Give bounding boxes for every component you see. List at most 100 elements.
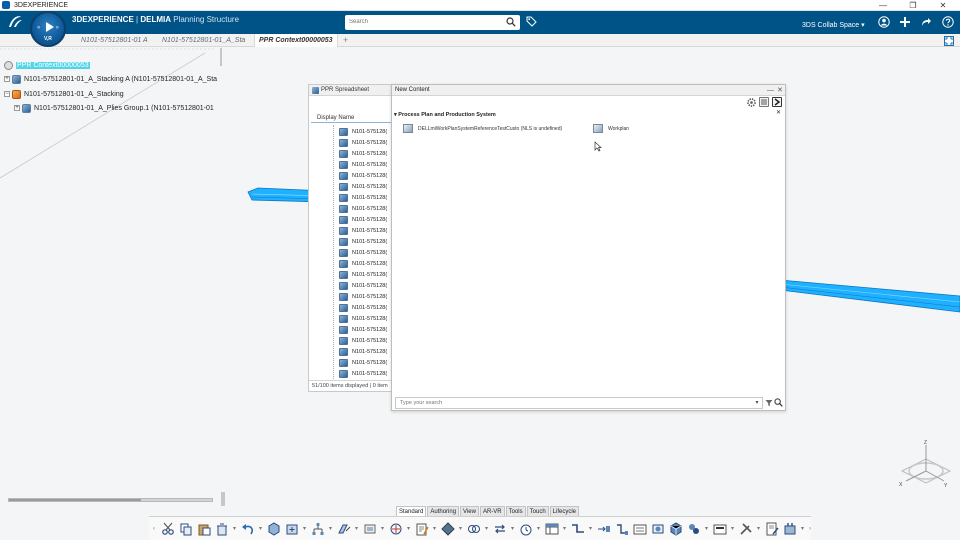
chevron-down-icon[interactable]: ▾ — [563, 525, 567, 532]
chevron-down-icon[interactable]: ▾ — [801, 525, 805, 532]
filter-icon[interactable] — [765, 399, 773, 407]
tab-tools[interactable]: Tools — [505, 506, 526, 516]
close-button[interactable]: ✕ — [932, 0, 954, 11]
tag-icon[interactable] — [526, 16, 537, 27]
flip-icon[interactable] — [337, 522, 351, 536]
chevron-down-icon[interactable]: ▾ — [511, 525, 515, 532]
chevron-right-icon[interactable]: › — [809, 526, 813, 532]
robot-axes-compass[interactable]: Z X Y — [896, 437, 956, 489]
delete-icon[interactable] — [215, 522, 229, 536]
cut-icon[interactable] — [161, 522, 175, 536]
ppr-row[interactable]: N101-575128( — [309, 368, 399, 379]
content-search-input[interactable] — [395, 397, 763, 409]
table-icon[interactable] — [545, 522, 559, 536]
tab-standard[interactable]: Standard — [396, 506, 427, 516]
search-icon[interactable] — [506, 17, 516, 27]
flow-icon[interactable] — [615, 522, 629, 536]
chevron-down-icon[interactable]: ▾ — [329, 525, 333, 532]
add-tab-button[interactable]: + — [343, 34, 348, 46]
chevron-down-icon[interactable]: ▾ — [752, 397, 762, 409]
ppr-row[interactable]: N101-575128( — [309, 203, 399, 214]
tree-horizontal-scrollbar[interactable] — [8, 498, 213, 502]
ppr-row[interactable]: N101-575128( — [309, 236, 399, 247]
restore-button[interactable]: ❐ — [902, 0, 924, 11]
tree-root[interactable]: PPR Context00000053 — [4, 59, 90, 71]
copy-icon[interactable] — [179, 522, 193, 536]
chevron-down-icon[interactable]: ▾ — [705, 525, 709, 532]
tree-item-stacking-a[interactable]: + N101-57512801-01_A_Stacking A (N101-57… — [4, 73, 217, 85]
chevron-down-icon[interactable]: ▾ — [589, 525, 593, 532]
assembly-tree-icon[interactable] — [311, 522, 325, 536]
close-panel-button[interactable]: ✕ — [777, 85, 783, 96]
ppr-row[interactable]: N101-575128( — [309, 181, 399, 192]
chevron-down-icon[interactable]: ▾ — [433, 525, 437, 532]
tab-document-2[interactable]: N101-57512801-01_A_Sta — [162, 34, 246, 47]
chevron-down-icon[interactable]: ▾ — [303, 525, 307, 532]
ppr-row[interactable]: N101-575128( — [309, 159, 399, 170]
capture-icon[interactable] — [651, 522, 665, 536]
ppr-row[interactable]: N101-575128( — [309, 192, 399, 203]
panel-icon[interactable] — [713, 522, 727, 536]
measure-icon[interactable] — [467, 522, 481, 536]
ppr-row[interactable]: N101-575128( — [309, 280, 399, 291]
tree-item-stacking[interactable]: − N101-57512801-01_A_Stacking — [4, 88, 124, 100]
tab-view[interactable]: View — [460, 506, 479, 516]
step-icon[interactable] — [571, 522, 585, 536]
ppr-row[interactable]: N101-575128( — [309, 225, 399, 236]
document-edit-icon[interactable] — [765, 522, 779, 536]
ppr-row[interactable]: N101-575128( — [309, 269, 399, 280]
chevron-down-icon[interactable]: ▾ — [757, 525, 761, 532]
link-step-icon[interactable] — [597, 522, 611, 536]
composite-beam-right[interactable] — [780, 276, 960, 316]
tab-authoring[interactable]: Authoring — [427, 506, 460, 516]
swap-icon[interactable] — [493, 522, 507, 536]
settings-gear-icon[interactable] — [746, 97, 756, 107]
chevron-down-icon[interactable]: ▾ — [731, 525, 735, 532]
tree-item-plies-group[interactable]: + N101-57512801-01_A_Plies Group.1 (N101… — [14, 102, 214, 114]
close-section-icon[interactable]: ✕ — [776, 109, 781, 116]
paste-icon[interactable] — [197, 522, 211, 536]
scrollbar-thumb[interactable] — [9, 499, 141, 501]
product-structure-icon[interactable] — [267, 521, 281, 536]
cube-icon[interactable] — [669, 521, 683, 536]
chevron-left-icon[interactable]: ‹ — [153, 526, 157, 532]
transform-icon[interactable] — [389, 522, 403, 536]
chevron-down-icon[interactable]: ▾ — [537, 525, 541, 532]
minimize-button[interactable]: — — [872, 0, 894, 11]
chevron-down-icon[interactable]: ▾ — [259, 525, 263, 532]
section-process-plan[interactable]: ▾ Process Plan and Production System — [394, 112, 496, 118]
ppr-row[interactable]: N101-575128( — [309, 291, 399, 302]
chevron-down-icon[interactable]: ▾ — [485, 525, 489, 532]
minimize-panel-button[interactable]: — — [767, 85, 774, 96]
tab-touch[interactable]: Touch — [526, 506, 549, 516]
timer-icon[interactable] — [519, 522, 533, 536]
ppr-row[interactable]: N101-575128( — [309, 214, 399, 225]
ppr-row[interactable]: N101-575128( — [309, 148, 399, 159]
ppr-row[interactable]: N101-575128( — [309, 258, 399, 269]
ppr-row[interactable]: N101-575128( — [309, 170, 399, 181]
ppr-row[interactable]: N101-575128( — [309, 346, 399, 357]
assembly-group-icon[interactable] — [687, 522, 701, 536]
undo-icon[interactable] — [241, 522, 255, 536]
ppr-row[interactable]: N101-575128( — [309, 137, 399, 148]
ppr-row[interactable]: N101-575128( — [309, 313, 399, 324]
ppr-row[interactable]: N101-575128( — [309, 247, 399, 258]
edit-properties-icon[interactable] — [415, 522, 429, 536]
content-item-workplan[interactable]: Workplan — [593, 124, 629, 133]
chevron-down-icon[interactable]: ▾ — [407, 525, 411, 532]
insert-product-icon[interactable] — [285, 522, 299, 536]
chevron-down-icon[interactable]: ▾ — [459, 525, 463, 532]
user-icon[interactable] — [878, 16, 890, 28]
ppr-row[interactable]: N101-575128( — [309, 357, 399, 368]
expand-icon[interactable]: + — [14, 105, 20, 111]
list-view-icon[interactable] — [759, 97, 769, 107]
search-icon[interactable] — [774, 398, 783, 407]
tools-icon[interactable] — [739, 522, 753, 536]
ppr-row[interactable]: N101-575128( — [309, 302, 399, 313]
layer-icon[interactable] — [441, 521, 455, 536]
add-icon[interactable] — [899, 16, 911, 28]
help-icon[interactable] — [942, 16, 954, 28]
collab-space-selector[interactable]: 3DS Collab Space ▾ — [802, 21, 865, 29]
compass-widget[interactable]: « » V,R — [30, 11, 66, 47]
chevron-down-icon[interactable]: ▾ — [355, 525, 359, 532]
